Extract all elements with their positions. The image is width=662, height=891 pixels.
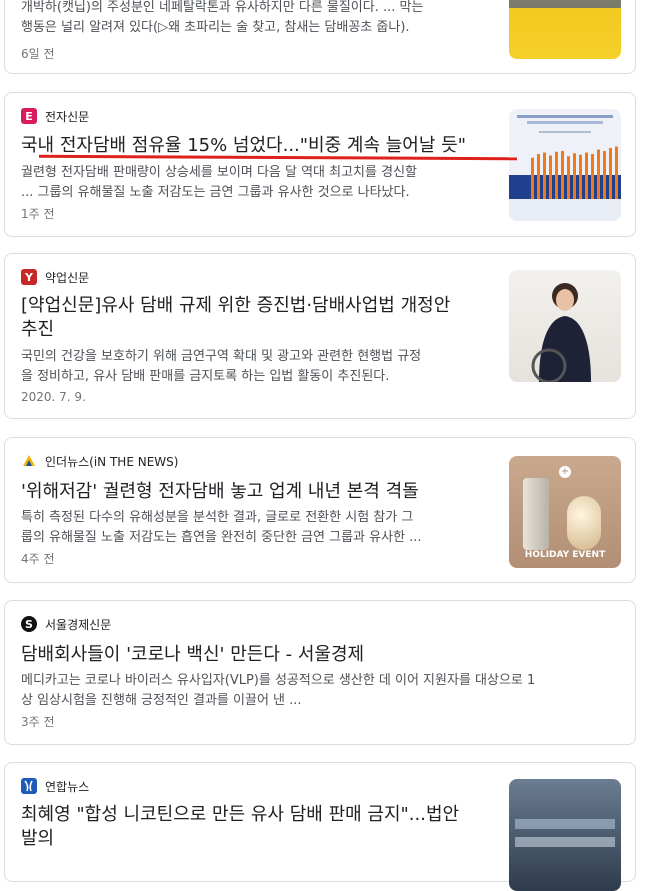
news-source[interactable]: 연합뉴스: [21, 777, 89, 795]
thumbnail-bar: [537, 154, 540, 199]
thumbnail-bar: [591, 154, 594, 199]
news-card[interactable]: Y 약업신문 [약업신문]유사 담배 규제 위한 증진법·담배사업법 개정안 추…: [4, 253, 636, 419]
news-snippet: 국민의 건강을 보호하기 위해 금연구역 확대 및 광고와 관련한 현행법 규정…: [21, 349, 422, 384]
etnews-logo-icon: E: [21, 108, 37, 124]
thumbnail-bar: [567, 156, 570, 199]
yakup-logo-icon: Y: [21, 269, 37, 285]
person-photo-icon: [531, 283, 591, 382]
thumbnail-bar: [555, 151, 558, 199]
thumbnail-bar: [609, 148, 612, 199]
yonhap-logo-icon: [21, 778, 37, 794]
news-date: 3주 전: [21, 715, 55, 729]
thumbnail-bar: [549, 155, 552, 199]
news-thumbnail[interactable]: [509, 0, 621, 59]
news-card[interactable]: 연합뉴스 최혜영 "합성 니코틴으로 만든 유사 담배 판매 금지"...법안 …: [4, 762, 636, 891]
device-image-icon: [523, 478, 549, 550]
thumbnail-bar: [585, 152, 588, 199]
news-thumbnail[interactable]: [509, 270, 621, 382]
news-source[interactable]: 인더뉴스(iN THE NEWS): [21, 452, 178, 470]
news-title[interactable]: '위해저감' 궐련형 전자담배 놓고 업계 내년 본격 격돌: [21, 480, 491, 504]
thumbnail-bar: [561, 151, 564, 199]
thumbnail-bar: [579, 154, 582, 199]
news-snippet: 궐련형 전자담배 판매량이 상승세를 보이며 다음 달 역대 최고치를 경신할 …: [21, 165, 417, 200]
news-card[interactable]: 인더뉴스(iN THE NEWS) '위해저감' 궐련형 전자담배 놓고 업계 …: [4, 437, 636, 583]
news-title[interactable]: 담배회사들이 '코로나 백신' 만든다 - 서울경제: [21, 643, 491, 667]
news-date: 6일 전: [21, 47, 55, 61]
thumbnail-bar: [531, 157, 534, 199]
news-title[interactable]: 최혜영 "합성 니코틴으로 만든 유사 담배 판매 금지"...법안 발의: [21, 803, 501, 851]
thumbnail-bar: [597, 149, 600, 199]
news-source[interactable]: S 서울경제신문: [21, 615, 111, 633]
news-snippet: 특히 측정된 다수의 유해성분을 분석한 결과, 글로로 전환한 시험 참가 그…: [21, 510, 422, 545]
store-shelf-image-icon: [515, 819, 615, 829]
news-thumbnail[interactable]: + HOLIDAY EVENT: [509, 456, 621, 568]
plus-icon: +: [559, 466, 571, 478]
news-card[interactable]: E 전자신문 국내 전자담배 점유율 15% 넘었다..."비중 계속 늘어날 …: [4, 92, 636, 237]
news-date: 2020. 7. 9.: [21, 390, 86, 404]
holiday-event-label: HOLIDAY EVENT: [524, 550, 606, 560]
hand-warmer-image-icon: [567, 496, 601, 550]
news-snippet: 메디카고는 코로나 바이러스 유사입자(VLP)를 성공적으로 생산한 데 이어…: [21, 673, 536, 708]
news-source[interactable]: Y 약업신문: [21, 268, 89, 286]
thumbnail-bar: [615, 146, 618, 199]
news-card[interactable]: 개박하(캣닙)의 주성분인 네페탈락톤과 유사하지만 다른 물질이다. ... …: [4, 0, 636, 74]
news-date: 4주 전: [21, 552, 55, 566]
sedaily-logo-icon: S: [21, 616, 37, 632]
news-card[interactable]: S 서울경제신문 담배회사들이 '코로나 백신' 만든다 - 서울경제 메디카고…: [4, 600, 636, 745]
news-source[interactable]: E 전자신문: [21, 107, 89, 125]
bar-chart-thumbnail-icon: [509, 109, 621, 221]
news-thumbnail[interactable]: [509, 779, 621, 891]
thumbnail-bar: [543, 152, 546, 199]
thumbnail-bar: [573, 153, 576, 199]
news-date: 1주 전: [21, 207, 55, 221]
inthenews-logo-icon: [21, 453, 37, 469]
news-thumbnail[interactable]: [509, 109, 621, 221]
news-snippet: 개박하(캣닙)의 주성분인 네페탈락톤과 유사하지만 다른 물질이다. ... …: [21, 0, 424, 35]
thumbnail-bar: [603, 151, 606, 199]
news-title[interactable]: [약업신문]유사 담배 규제 위한 증진법·담배사업법 개정안 추진: [21, 294, 501, 342]
